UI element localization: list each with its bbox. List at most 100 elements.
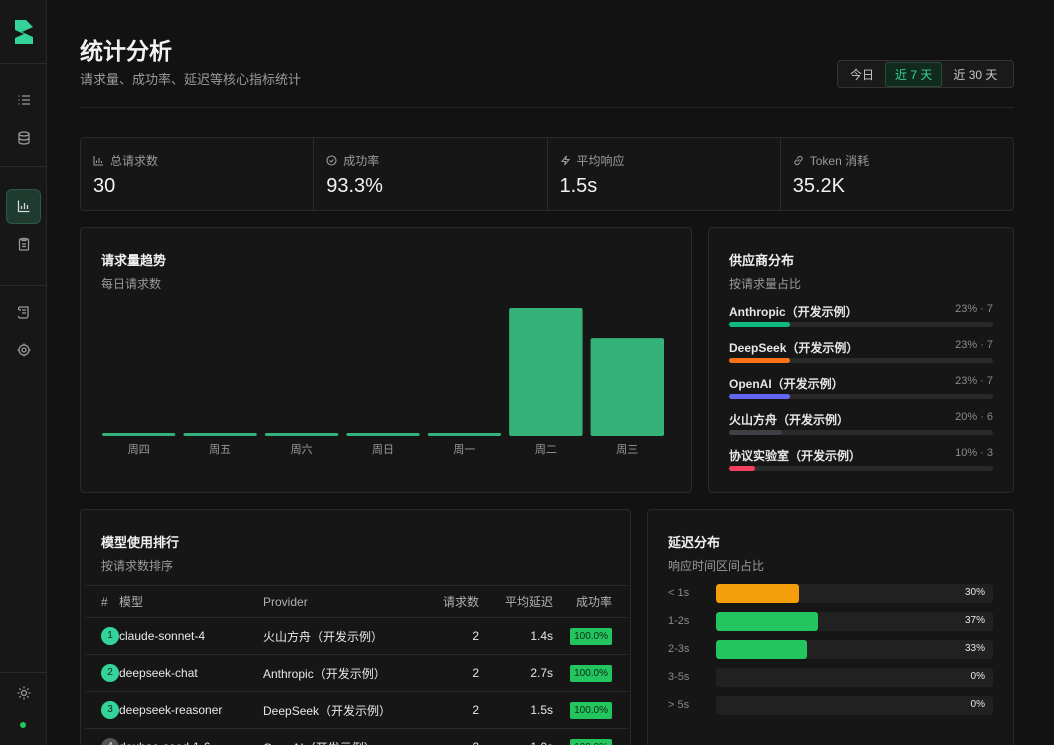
stat-label: Token 消耗 xyxy=(809,154,870,168)
request-count: 2 xyxy=(413,654,479,692)
sidebar xyxy=(0,0,47,745)
date-range-selector: 今日 近 7 天 近 30 天 xyxy=(837,60,1014,88)
avg-latency: 2.7s xyxy=(479,654,553,692)
provider-name: Anthropic（开发示例） xyxy=(729,305,858,319)
clipboard-icon[interactable] xyxy=(14,234,34,254)
provider-bar-fill xyxy=(729,430,782,435)
stat-total-requests: 总请求数 30 xyxy=(81,138,315,210)
bolt-icon xyxy=(560,155,570,166)
provider-name: 协议实验室（开发示例） xyxy=(729,449,862,463)
request-count: 2 xyxy=(413,728,479,745)
model-provider: Anthropic（开发示例） xyxy=(263,654,413,692)
table-row[interactable]: 3 deepseek-reasoner DeepSeek（开发示例） 2 1.5s 100… xyxy=(85,691,628,729)
provider-row: 火山方舟（开发示例） 20% · 6 xyxy=(729,411,993,435)
latency-bar-track: 37% xyxy=(716,612,993,631)
model-name: deepseek-chat xyxy=(119,654,263,692)
trend-bar[interactable] xyxy=(346,433,420,436)
card-title: 延迟分布 xyxy=(668,535,721,550)
col-success: 成功率 xyxy=(553,585,628,618)
provider-name: DeepSeek（开发示例） xyxy=(729,341,859,355)
trend-tick-label: 周三 xyxy=(616,443,638,456)
provider-distribution-card: 供应商分布 按请求量占比 Anthropic（开发示例） 23% · 7 DeepS… xyxy=(708,227,1014,493)
success-badge: 100.0% xyxy=(570,627,612,645)
col-count: 请求数 xyxy=(413,585,479,618)
card-title: 模型使用排行 xyxy=(101,535,180,550)
rank-badge: 2 xyxy=(101,664,119,682)
stat-label: 平均响应 xyxy=(576,154,625,168)
scroll-icon[interactable] xyxy=(14,302,34,322)
card-subtitle: 按请求数排序 xyxy=(101,559,174,573)
request-count: 2 xyxy=(413,691,479,729)
trend-bar[interactable] xyxy=(509,308,583,436)
stat-value: 93.3% xyxy=(326,175,383,197)
latency-bar-track: 33% xyxy=(716,640,993,659)
range-7days-button[interactable]: 近 7 天 xyxy=(885,61,943,87)
provider-name: OpenAI（开发示例） xyxy=(729,377,844,391)
range-30days-button[interactable]: 近 30 天 xyxy=(944,63,1006,86)
chart-icon[interactable] xyxy=(14,196,34,216)
success-badge: 100.0% xyxy=(570,701,612,719)
main-content: 统计分析 请求量、成功率、延迟等核心指标统计 今日 近 7 天 近 30 天 总… xyxy=(48,0,1054,745)
model-provider: 火山方舟（开发示例） xyxy=(263,617,413,655)
model-name: deepseek-reasoner xyxy=(119,691,263,729)
database-icon[interactable] xyxy=(14,128,34,148)
rank-badge: 3 xyxy=(101,701,119,719)
trend-bar[interactable] xyxy=(427,433,502,436)
latency-range-label: < 1s xyxy=(668,587,690,599)
latency-bar-track: 0% xyxy=(716,668,993,687)
provider-stat: 20% · 6 xyxy=(955,411,993,423)
bar-chart-icon xyxy=(93,156,103,166)
trend-tick-label: 周六 xyxy=(291,443,313,456)
latency-bar-fill xyxy=(716,640,808,659)
stat-value: 35.2K xyxy=(792,175,846,197)
latency-row: < 1s 30% xyxy=(668,584,993,603)
list-icon[interactable] xyxy=(14,90,34,110)
latency-row: 1-2s 37% xyxy=(668,612,993,631)
latency-row: > 5s 0% xyxy=(668,696,993,715)
trend-bar[interactable] xyxy=(183,433,257,436)
latency-percent: 0% xyxy=(970,671,985,682)
sidebar-divider xyxy=(0,285,46,286)
latency-bar-fill xyxy=(716,612,819,631)
provider-name: 火山方舟（开发示例） xyxy=(729,413,850,427)
table-row[interactable]: 2 deepseek-chat Anthropic（开发示例） 2 2.7s 100.0% xyxy=(85,654,628,692)
trend-bar[interactable] xyxy=(590,338,664,436)
model-provider: OpenAI（开发示例） xyxy=(263,728,413,745)
latency-distribution-card: 延迟分布 响应时间区间占比 < 1s 30% 1-2s 37% 2-3s 33% 3-5s 0… xyxy=(647,509,1014,745)
trend-chart: 周四 周五 周六 周日 周一 周二 周三 xyxy=(102,308,664,456)
trend-tick-label: 周日 xyxy=(372,443,394,456)
trend-bar[interactable] xyxy=(102,433,176,436)
provider-bar-track xyxy=(729,394,993,399)
provider-bar-fill xyxy=(729,358,790,363)
trend-tick-label: 周一 xyxy=(453,443,475,456)
col-provider: Provider xyxy=(263,585,413,618)
provider-row: DeepSeek（开发示例） 23% · 7 xyxy=(729,339,993,363)
latency-bar-track: 0% xyxy=(716,696,993,715)
header-divider xyxy=(80,107,1014,108)
latency-bar-track: 30% xyxy=(716,584,993,603)
avg-latency: 1.5s xyxy=(479,691,553,729)
settings-icon[interactable] xyxy=(14,340,34,360)
request-trend-card: 请求量趋势 每日请求数 周四 周五 周六 周日 周一 周二 周三 xyxy=(80,227,692,493)
sun-icon[interactable] xyxy=(14,683,34,703)
latency-percent: 0% xyxy=(970,699,985,710)
range-today-button[interactable]: 今日 xyxy=(841,63,883,86)
sidebar-divider xyxy=(0,166,46,167)
latency-range-label: 3-5s xyxy=(668,671,690,683)
latency-percent: 33% xyxy=(964,643,985,654)
col-latency: 平均延迟 xyxy=(479,585,553,618)
page-subtitle: 请求量、成功率、延迟等核心指标统计 xyxy=(80,72,302,87)
logo-icon[interactable] xyxy=(12,18,36,46)
table-row[interactable]: 4doubao-seed-1-6OpenAI（开发示例）21.0s 100.0% xyxy=(85,728,628,745)
link-icon xyxy=(794,155,803,166)
latency-percent: 37% xyxy=(964,615,985,626)
table-row[interactable]: 1 claude-sonnet-4 火山方舟（开发示例） 2 1.4s 100.0% xyxy=(85,617,628,655)
sidebar-divider xyxy=(0,63,46,64)
provider-bar-track xyxy=(729,430,993,435)
latency-bar-fill xyxy=(716,584,800,603)
latency-percent: 30% xyxy=(964,587,985,598)
provider-bar-track xyxy=(729,466,993,471)
trend-bar[interactable] xyxy=(264,433,339,436)
card-subtitle: 按请求量占比 xyxy=(729,277,802,291)
page-title: 统计分析 xyxy=(80,38,172,64)
